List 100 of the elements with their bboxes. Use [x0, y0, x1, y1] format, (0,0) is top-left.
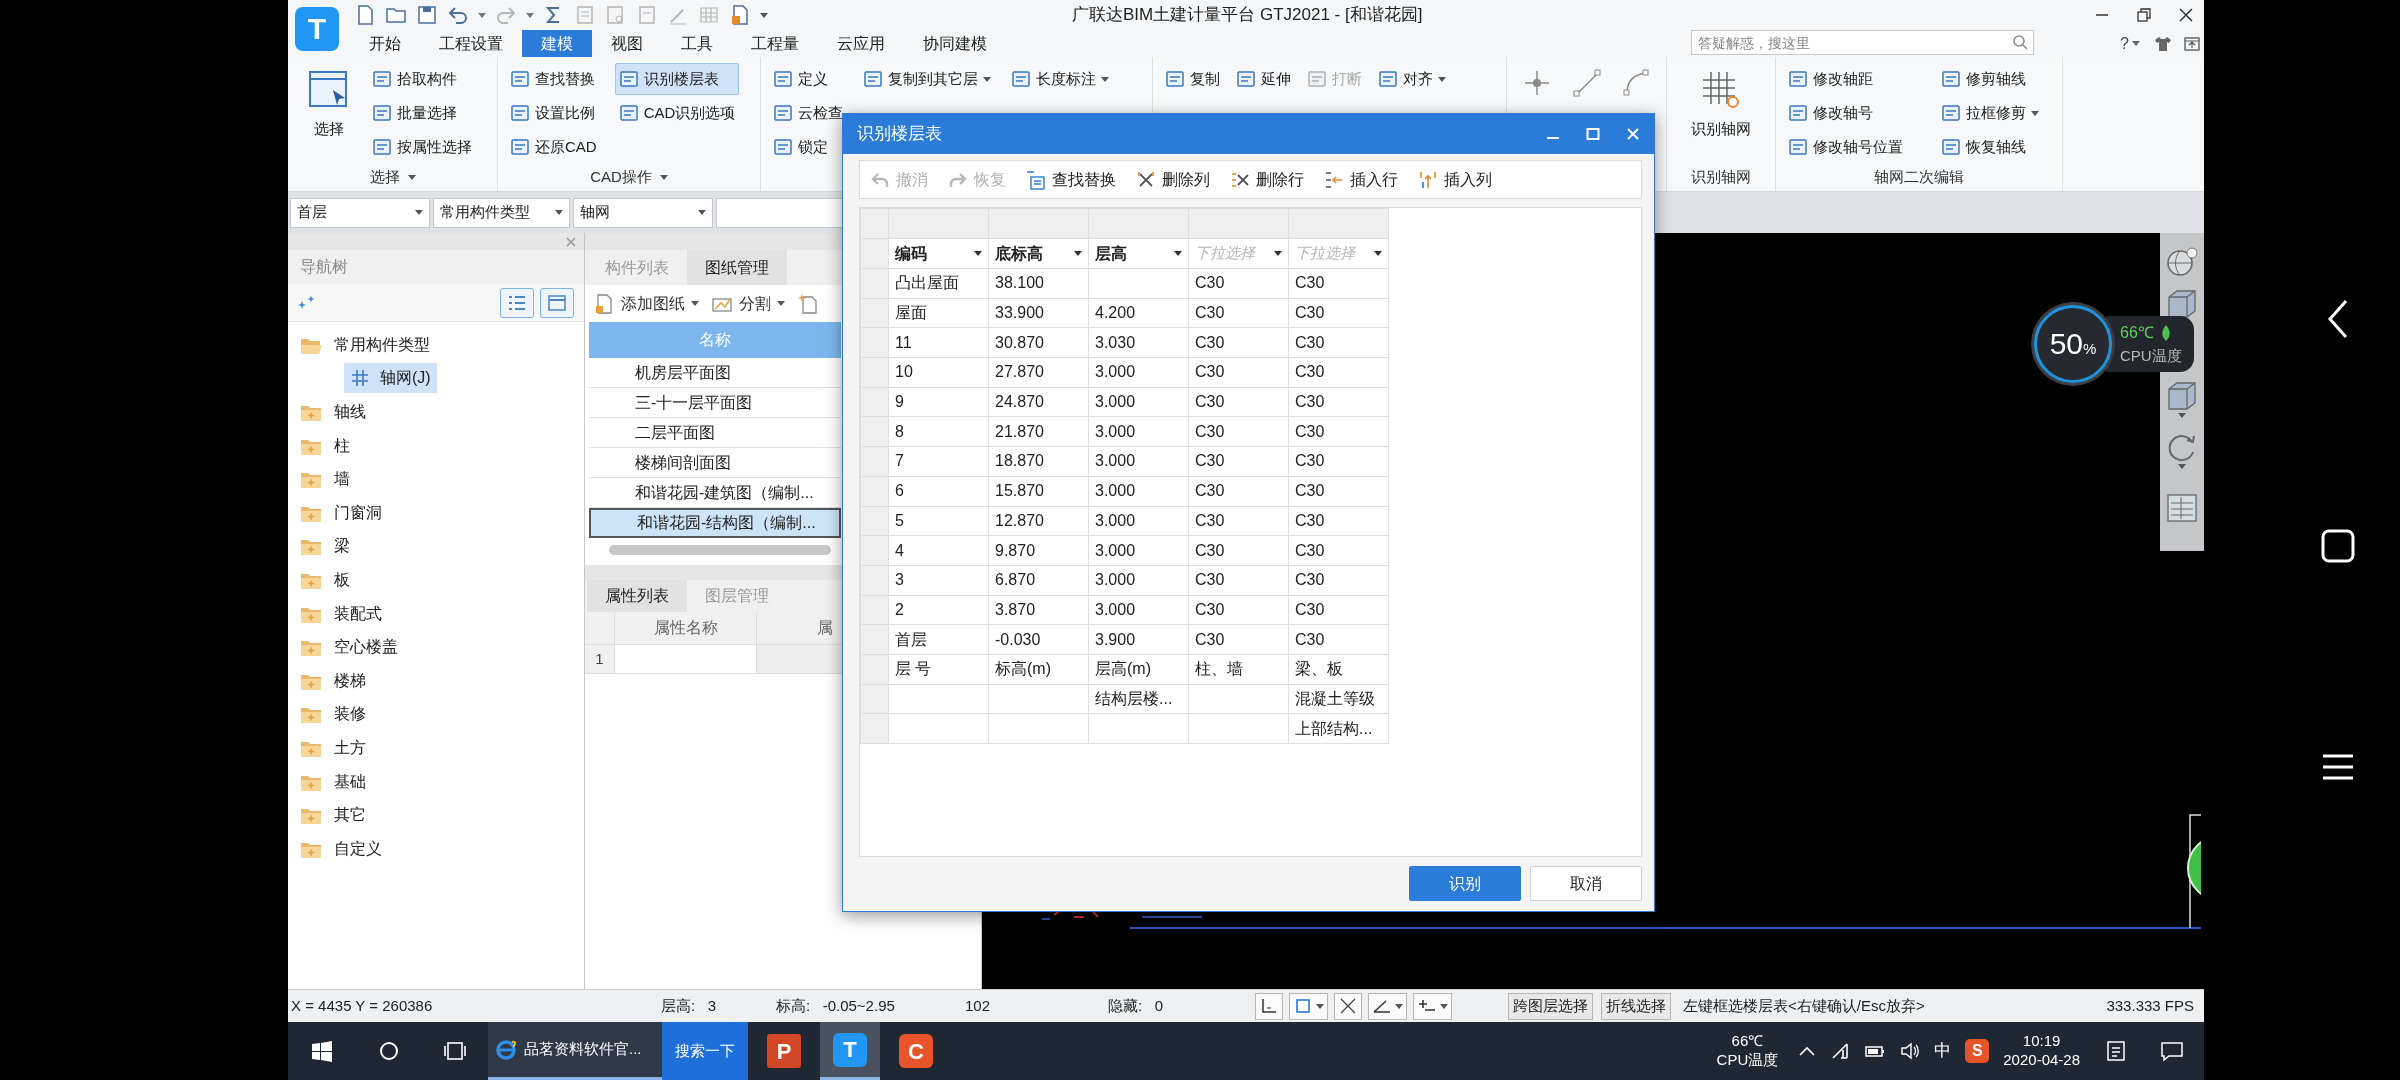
save-icon[interactable] [416, 4, 438, 26]
notification-icon[interactable] [2160, 1040, 2184, 1062]
toolbar-button[interactable]: 查找替换 [1026, 167, 1116, 192]
help-button[interactable]: ? [2120, 30, 2140, 57]
ribbon-button[interactable]: 定义 [769, 63, 847, 95]
ribbon-button[interactable]: 对齐 [1374, 63, 1450, 95]
table-row[interactable]: 机房层平面图 [589, 358, 841, 388]
ribbon-button[interactable]: 长度标注 [1007, 63, 1113, 95]
home-icon[interactable] [2321, 529, 2355, 563]
ribbon-button[interactable]: 拉框修剪 [1937, 97, 2043, 129]
close-icon[interactable] [2178, 7, 2194, 23]
scrollbar[interactable] [609, 545, 831, 555]
tree-item[interactable]: 梁 [298, 531, 352, 562]
group-menu-button[interactable]: 选择 [369, 165, 416, 189]
taskbar-app[interactable]: P [754, 1022, 814, 1080]
column-header[interactable]: 层高 [1088, 238, 1189, 269]
list-view-button[interactable] [500, 287, 534, 318]
ribbon-button[interactable]: 复制 [1161, 63, 1224, 95]
window-view-button[interactable] [540, 287, 574, 318]
tree-item[interactable]: 其它 [298, 800, 368, 831]
add-document-icon[interactable] [729, 4, 751, 26]
column-header[interactable]: 编码 [888, 238, 989, 269]
checklist-icon[interactable] [2165, 491, 2199, 525]
star-document-icon[interactable] [797, 292, 819, 315]
toolbar-button[interactable]: 添加图纸 [593, 291, 699, 316]
ribbon-button[interactable]: 云检查 [769, 97, 847, 129]
menu-tab[interactable]: 工程设置 [420, 30, 522, 57]
menu-tab[interactable]: 视图 [592, 30, 662, 57]
angle-button[interactable] [1368, 992, 1407, 1020]
app-logo[interactable]: S [1965, 1039, 1990, 1063]
toolbar-button[interactable]: 删除列 [1136, 167, 1210, 192]
search-button[interactable]: 搜索一下 [662, 1022, 748, 1080]
toolbar-button[interactable]: 删除行 [1230, 167, 1304, 192]
ribbon-button[interactable]: 修改轴号 [1784, 97, 1907, 129]
menu-icon[interactable] [2322, 753, 2354, 781]
ribbon-button[interactable]: 恢复轴线 [1937, 131, 2043, 163]
notes-icon[interactable] [2106, 1040, 2126, 1062]
group-menu-button[interactable]: CAD操作 [590, 165, 668, 189]
menu-tab[interactable]: 协同建模 [904, 30, 1006, 57]
tree-item[interactable]: 基础 [298, 766, 368, 797]
window-icon[interactable] [2184, 35, 2200, 52]
shirt-icon[interactable] [2154, 35, 2172, 52]
tree-item[interactable]: 门窗洞 [298, 497, 384, 528]
tree-item[interactable]: 土方 [298, 732, 368, 763]
tree-item[interactable]: 板 [298, 564, 352, 595]
ortho-button[interactable] [1255, 992, 1283, 1020]
ribbon-button[interactable]: 复制到其它层 [859, 63, 995, 95]
toolbar-button[interactable]: 分割 [711, 291, 785, 316]
tree-item[interactable]: 墙 [298, 464, 352, 495]
status-button[interactable]: 折线选择 [1601, 992, 1671, 1020]
ribbon-button[interactable]: 锁定 [769, 131, 847, 163]
taskbar-button[interactable]: 品茗资料软件官... [488, 1022, 662, 1080]
back-icon[interactable] [2327, 299, 2349, 339]
globe-icon[interactable] [2165, 245, 2199, 279]
search-field[interactable]: 答疑解惑，搜这里 [1691, 30, 2035, 55]
menu-tab[interactable]: 开始 [350, 30, 420, 57]
column-header[interactable]: 底标高 [988, 238, 1089, 269]
menu-tab[interactable]: 工程量 [732, 30, 818, 57]
tree-item[interactable]: 常用构件类型 [298, 329, 432, 360]
sparkle-icon[interactable] [298, 294, 316, 311]
table-row[interactable]: 楼梯间剖面图 [589, 448, 841, 478]
volume-icon[interactable] [1900, 1042, 1921, 1060]
ribbon-button[interactable]: 按属性选择 [368, 131, 476, 163]
menu-tab[interactable]: 云应用 [818, 30, 904, 57]
maximize-icon[interactable] [1586, 127, 1600, 141]
ribbon-button[interactable]: 修剪轴线 [1937, 63, 2043, 95]
status-button[interactable]: 跨图层选择 [1508, 992, 1593, 1020]
ime-indicator[interactable]: 中 [1934, 1038, 1952, 1064]
tree-item[interactable]: 轴线 [298, 397, 368, 427]
toolbar-button[interactable]: 插入行 [1324, 167, 1398, 192]
ribbon-button[interactable]: 修改轴号位置 [1784, 131, 1907, 163]
clock-date[interactable]: 2020-04-28 [2003, 1051, 2080, 1070]
menu-tab[interactable]: 工具 [662, 30, 732, 57]
cross-button[interactable] [1334, 992, 1362, 1020]
clock-time[interactable]: 10:19 [2022, 1032, 2061, 1051]
dropdown-field[interactable]: 首层 [290, 197, 430, 228]
tree-item[interactable]: 自定义 [298, 833, 384, 864]
panel-tab[interactable]: 图纸管理 [687, 250, 787, 285]
tree-item[interactable]: 柱 [298, 430, 352, 461]
tree-item[interactable]: 装修 [298, 699, 368, 730]
table-row[interactable]: 二层平面图 [589, 418, 841, 448]
table-row[interactable]: 三-十一层平面图 [589, 388, 841, 418]
ribbon-button[interactable]: 识别楼层表 [614, 63, 740, 95]
ribbon-button[interactable]: 识别轴网 [1688, 63, 1754, 159]
ribbon-button[interactable]: 拾取构件 [368, 63, 476, 95]
tree-item[interactable]: 轴网(J) [344, 363, 437, 394]
dialog-button[interactable]: 识别 [1409, 866, 1521, 901]
dropdown-field[interactable]: 常用构件类型 [433, 197, 570, 228]
ribbon-button[interactable]: 还原CAD [506, 131, 601, 163]
battery-icon[interactable] [1864, 1044, 1887, 1058]
restore-icon[interactable] [2136, 7, 2152, 23]
ribbon-button[interactable]: 延伸 [1232, 63, 1295, 95]
tree-item[interactable]: 空心楼盖 [298, 632, 400, 663]
ribbon-button[interactable]: 设置比例 [506, 97, 601, 129]
ribbon-button[interactable]: CAD识别选项 [614, 97, 740, 129]
chevron-up-icon[interactable] [1798, 1045, 1817, 1057]
menu-tab[interactable]: 建模 [522, 30, 592, 57]
dialog-button[interactable]: 取消 [1530, 866, 1642, 901]
tree-item[interactable]: 装配式 [298, 598, 384, 629]
panel-tab[interactable]: 属性列表 [587, 580, 687, 612]
